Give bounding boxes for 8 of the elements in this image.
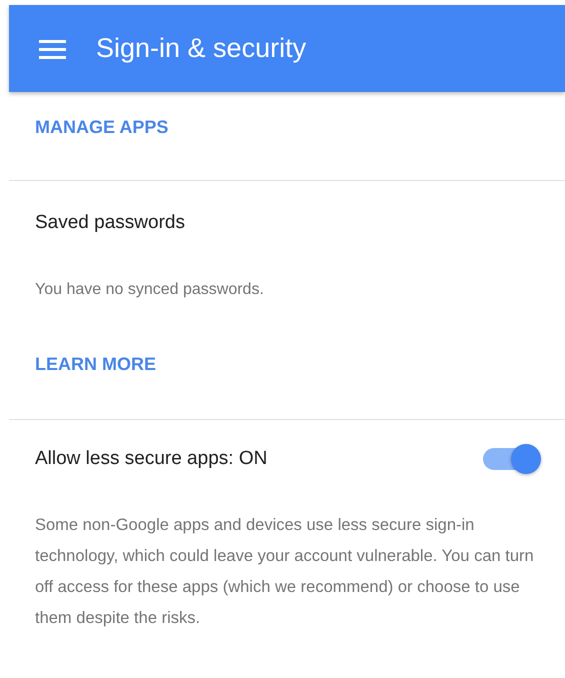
menu-icon[interactable] — [38, 38, 68, 60]
section-title: Allow less secure apps: ON — [35, 448, 268, 470]
page-title: Sign-in & security — [96, 33, 306, 64]
manage-apps-link[interactable]: MANAGE APPS — [35, 117, 168, 138]
learn-more-link[interactable]: LEARN MORE — [35, 354, 156, 375]
section-title: Saved passwords — [35, 212, 186, 234]
description-text: Some non-Google apps and devices use less secure sign-in technology, which could leave your account vulnerable. You can turn off access for these apps (which we recommend) or choose to use them despite the risks. — [35, 515, 535, 629]
info-text: You have no synced passwords. — [35, 280, 265, 300]
